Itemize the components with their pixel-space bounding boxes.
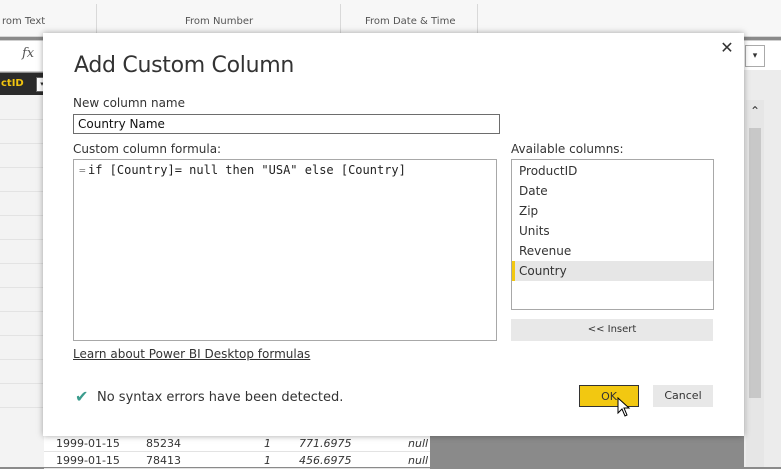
cell-date: 1999-01-15 (56, 454, 120, 467)
ribbon-group-from-number[interactable]: From Number (185, 16, 253, 27)
cell-revenue: 456.6975 (299, 454, 352, 467)
ribbon-divider (96, 4, 97, 34)
formula-label: Custom column formula: (73, 142, 222, 156)
row-divider (0, 167, 44, 168)
close-icon[interactable]: ✕ (717, 38, 737, 58)
mouse-pointer-icon (617, 397, 631, 417)
row-divider (0, 311, 44, 312)
list-item-productid[interactable]: ProductID (512, 161, 713, 181)
column-header-label: ctID (1, 78, 24, 89)
row-divider (0, 335, 44, 336)
scroll-thumb[interactable] (749, 128, 761, 398)
row-divider (0, 263, 44, 264)
row-divider (0, 215, 44, 216)
cell-country: null (408, 437, 429, 450)
row-divider (0, 383, 44, 384)
list-item-zip[interactable]: Zip (512, 201, 713, 221)
data-grid (0, 95, 45, 467)
insert-button[interactable]: << Insert (511, 319, 713, 341)
fx-icon[interactable]: fx (22, 46, 34, 61)
cell-zip: 85234 (146, 437, 181, 450)
available-columns-label: Available columns: (511, 142, 624, 156)
row-divider (0, 191, 44, 192)
formula-equals-sign: = (79, 164, 86, 177)
ribbon-divider (477, 4, 478, 34)
list-item-units[interactable]: Units (512, 221, 713, 241)
cell-date: 1999-01-15 (56, 437, 120, 450)
available-columns-list[interactable]: ProductID Date Zip Units Revenue Country (511, 159, 714, 310)
cell-country: null (408, 454, 429, 467)
table-row[interactable]: 1999-01-15 85234 1 771.6975 null (44, 436, 430, 452)
row-divider (0, 287, 44, 288)
add-custom-column-dialog: Add Custom Column ✕ New column name Coun… (43, 33, 744, 436)
row-divider (0, 407, 44, 408)
cell-units: 1 (264, 437, 271, 450)
row-divider (0, 239, 44, 240)
learn-formulas-link[interactable]: Learn about Power BI Desktop formulas (73, 347, 310, 361)
list-item-date[interactable]: Date (512, 181, 713, 201)
ribbon-group-from-text[interactable]: rom Text (2, 16, 45, 27)
new-column-name-label: New column name (73, 96, 186, 110)
background-overlay (430, 436, 744, 467)
new-column-name-input[interactable]: Country Name (73, 114, 500, 134)
formula-bar-expand-button[interactable]: ▾ (745, 45, 765, 67)
list-item-country[interactable]: Country (512, 261, 713, 281)
ribbon-divider (340, 4, 341, 34)
custom-formula-editor[interactable]: = if [Country]= null then "USA" else [Co… (73, 159, 497, 341)
list-item-revenue[interactable]: Revenue (512, 241, 713, 261)
check-icon: ✔ (75, 387, 89, 406)
cancel-button[interactable]: Cancel (653, 385, 713, 407)
formula-text[interactable]: if [Country]= null then "USA" else [Coun… (88, 163, 406, 177)
ribbon: rom Text From Number From Date & Time (0, 0, 781, 37)
row-divider (0, 119, 44, 120)
status-text: No syntax errors have been detected. (97, 390, 344, 405)
vertical-scrollbar[interactable]: ⌃ (746, 100, 764, 467)
data-rows: 1999-01-15 85234 1 771.6975 null 1999-01… (44, 436, 430, 469)
row-divider (0, 143, 44, 144)
cell-zip: 78413 (146, 454, 181, 467)
scroll-up-icon[interactable]: ⌃ (746, 104, 764, 120)
row-divider (0, 359, 44, 360)
cell-revenue: 771.6975 (299, 437, 352, 450)
ribbon-group-from-date-time[interactable]: From Date & Time (365, 16, 455, 27)
dialog-title: Add Custom Column (74, 53, 295, 78)
cell-units: 1 (264, 454, 271, 467)
